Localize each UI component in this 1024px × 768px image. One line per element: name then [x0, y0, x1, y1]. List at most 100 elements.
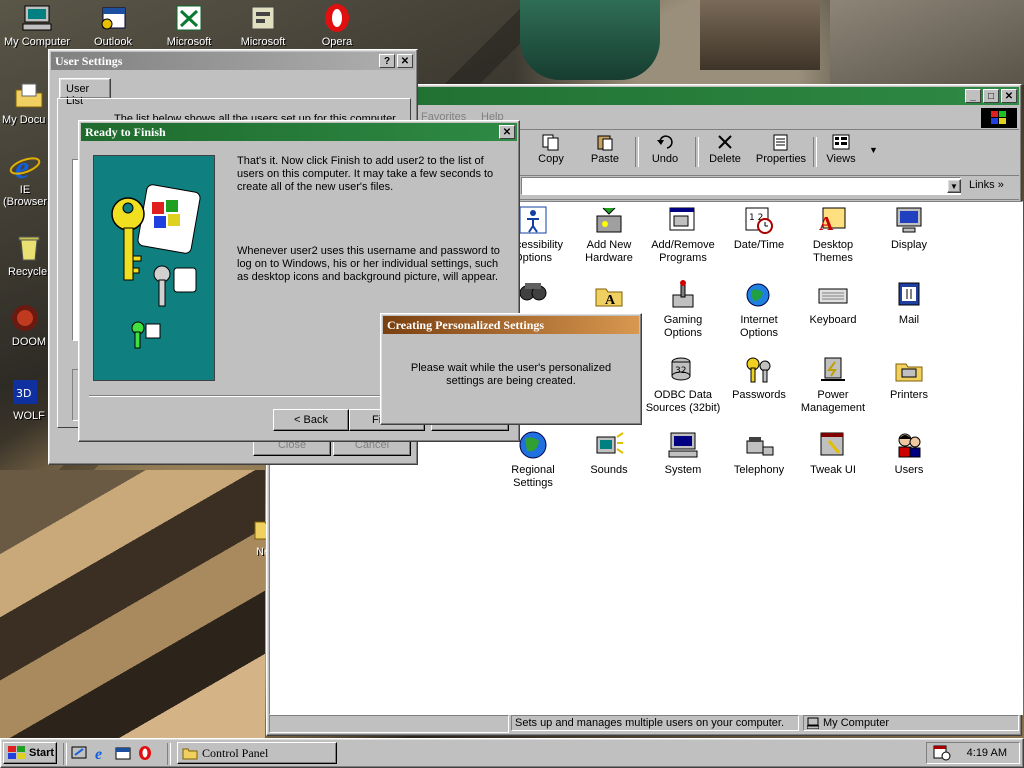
cp-item-power-management[interactable]: Power Management: [794, 354, 872, 415]
mail-icon: [893, 279, 925, 311]
wizard-paragraph-2: Whenever user2 uses this username and pa…: [237, 245, 500, 283]
show-desktop-icon[interactable]: [71, 745, 87, 761]
desktop-icon-my-computer[interactable]: My Computer: [0, 2, 74, 48]
creating-settings-titlebar[interactable]: Creating Personalized Settings: [383, 316, 639, 334]
copy-button[interactable]: Copy: [525, 131, 577, 171]
my-documents-icon: [13, 80, 45, 112]
ready-to-finish-titlebar[interactable]: Ready to Finish ✕: [81, 123, 517, 141]
cp-item-keyboard[interactable]: Keyboard: [794, 279, 872, 327]
properties-icon: [771, 133, 791, 151]
keyboard-icon: [817, 279, 849, 311]
desktop-icon-project[interactable]: Microsoft: [226, 2, 300, 48]
cp-item-system[interactable]: System: [644, 429, 722, 477]
cp-item-passwords[interactable]: Passwords: [720, 354, 798, 402]
my-computer-icon: [21, 2, 53, 34]
cp-item-add-remove-programs[interactable]: Add/Remove Programs: [644, 204, 722, 265]
close-button[interactable]: ✕: [1001, 89, 1017, 103]
cp-item-label: Internet: [740, 314, 778, 326]
paste-icon: [595, 133, 615, 151]
svg-text:e: e: [95, 746, 102, 761]
creating-settings-dialog[interactable]: Creating Personalized Settings Please wa…: [380, 313, 642, 425]
cp-item-fonts[interactable]: A: [570, 279, 648, 314]
cp-item-label: Printers: [890, 389, 928, 401]
cp-item-mail[interactable]: Mail: [870, 279, 948, 327]
cp-item-display[interactable]: Display: [870, 204, 948, 252]
excel-icon: [173, 2, 205, 34]
outlook-quicklaunch-icon[interactable]: [115, 745, 131, 761]
cp-item-label: Gaming: [663, 314, 703, 326]
status-text: Sets up and manages multiple users on yo…: [511, 715, 799, 731]
ie-quicklaunch-icon[interactable]: e: [93, 745, 109, 761]
ready-close-button[interactable]: ✕: [499, 125, 515, 139]
wizard-image-panel: [93, 155, 215, 381]
cp-item-label-line2: Options: [740, 327, 778, 339]
power-management-icon: [817, 354, 849, 386]
cp-item-label: Desktop: [812, 239, 854, 251]
taskbar: Start e Control Panel 4:19 AM: [0, 738, 1024, 768]
cp-item-label: Date/Time: [733, 239, 785, 251]
cp-item-sounds[interactable]: Sounds: [570, 429, 648, 477]
svg-text:A: A: [605, 293, 616, 308]
address-dropdown-button[interactable]: ▼: [947, 179, 961, 193]
user-settings-titlebar[interactable]: User Settings ? ✕: [51, 52, 415, 70]
wizard-paragraph-1: That's it. Now click Finish to add user2…: [237, 155, 494, 193]
views-dropdown-arrow[interactable]: ▼: [869, 145, 878, 155]
telephony-icon: [743, 429, 775, 461]
undo-button[interactable]: Undo: [639, 131, 691, 171]
control-panel-small-icon: [182, 748, 198, 760]
cp-item-label-line2: Management: [800, 402, 866, 414]
tab-user-list[interactable]: User List: [59, 78, 111, 107]
paste-button[interactable]: Paste: [579, 131, 631, 171]
cp-item-printers[interactable]: Printers: [870, 354, 948, 402]
taskbar-control-panel-button[interactable]: Control Panel: [177, 742, 337, 764]
address-input[interactable]: [521, 177, 961, 195]
cp-item-label: Add/Remove: [651, 239, 715, 251]
delete-button[interactable]: Delete: [699, 131, 751, 171]
add-remove-programs-icon: [667, 204, 699, 236]
opera-quicklaunch-icon[interactable]: [137, 745, 153, 761]
system-icon: [667, 429, 699, 461]
cp-item-users[interactable]: Users: [870, 429, 948, 477]
gaming-options-icon: [667, 279, 699, 311]
help-button[interactable]: ?: [379, 54, 395, 68]
minimize-button[interactable]: _: [965, 89, 981, 103]
cp-item-desktop-themes[interactable]: A Desktop Themes: [794, 204, 872, 265]
tweak-ui-icon: [817, 429, 849, 461]
ie-icon: e: [9, 149, 41, 185]
cp-item-tweak-ui[interactable]: Tweak UI: [794, 429, 872, 477]
desktop-icon-outlook[interactable]: Outlook: [76, 2, 150, 48]
status-bar: Sets up and manages multiple users on yo…: [269, 715, 1019, 733]
cp-item-odbc[interactable]: 32 ODBC Data Sources (32bit): [644, 354, 722, 415]
clock[interactable]: 4:19 AM: [967, 747, 1007, 759]
cp-item-date-time[interactable]: 1 2 Date/Time: [720, 204, 798, 252]
users-icon: [893, 429, 925, 461]
user-settings-close-button[interactable]: ✕: [397, 54, 413, 68]
desktop-icon-excel[interactable]: Microsoft: [152, 2, 226, 48]
cp-item-label-line2: Options: [664, 327, 702, 339]
cp-item-gaming-options[interactable]: Gaming Options: [644, 279, 722, 340]
svg-text:32: 32: [675, 366, 686, 376]
wolf-icon: 3D: [9, 376, 41, 408]
cp-item-label-line2: Sources (32bit): [645, 402, 721, 414]
cp-item-label: Users: [894, 464, 924, 476]
back-button[interactable]: < Back: [273, 409, 349, 431]
cp-item-telephony[interactable]: Telephony: [720, 429, 798, 477]
maximize-button[interactable]: □: [983, 89, 999, 103]
start-button[interactable]: Start: [3, 742, 57, 764]
views-button[interactable]: Views: [815, 131, 867, 171]
cp-item-label: Display: [890, 239, 928, 251]
creating-settings-message: Please wait while the user's personalize…: [410, 362, 612, 387]
find-fast-icon: [517, 279, 549, 311]
quick-launch: e: [71, 745, 153, 761]
cp-item-label: Keyboard: [809, 314, 857, 326]
properties-button[interactable]: Properties: [751, 131, 811, 171]
scheduler-tray-icon[interactable]: [933, 745, 951, 761]
links-button[interactable]: Links »: [969, 179, 1004, 191]
desktop-icon-opera[interactable]: Opera: [300, 2, 374, 48]
cp-item-add-hardware[interactable]: Add New Hardware: [570, 204, 648, 265]
windows-flag-icon: [8, 746, 25, 759]
outlook-icon: [97, 2, 129, 34]
undo-icon: [655, 133, 675, 151]
cp-item-internet-options[interactable]: Internet Options: [720, 279, 798, 340]
doom-icon: [9, 302, 41, 334]
